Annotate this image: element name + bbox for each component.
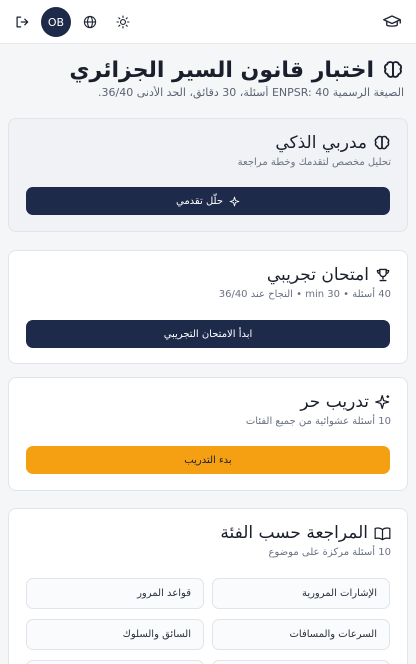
free-practice-card: تدريب حر 10 أسئلة عشوائية من جميع الفئات…: [8, 377, 408, 491]
mock-exam-title: امتحان تجريبي: [266, 265, 369, 285]
graduation-cap-icon[interactable]: [381, 11, 403, 33]
avatar[interactable]: OB: [41, 7, 71, 37]
category-item-partial[interactable]: [212, 660, 390, 664]
start-mock-exam-button[interactable]: ابدأ الامتحان التجريبي: [26, 320, 390, 348]
category-review-title: المراجعة حسب الفئة: [220, 523, 368, 543]
mock-exam-card: امتحان تجريبي 40 أسئلة • 30 min • النجاح…: [8, 250, 408, 364]
category-label: السرعات والمسافات: [289, 629, 377, 640]
ai-coach-title: مدربي الذكي: [275, 133, 367, 153]
page-subtitle: الصيغة الرسمية ENPSR: 40 أسئلة، 30 دقائق…: [98, 86, 404, 99]
category-speeds-distances[interactable]: السرعات والمسافات: [212, 619, 390, 650]
category-traffic-rules[interactable]: قواعد المرور: [26, 578, 204, 609]
start-practice-button[interactable]: بدء التدريب: [26, 446, 390, 474]
analyze-progress-label: حلّل تقدمي: [175, 195, 224, 207]
sparkles-icon: [229, 196, 240, 207]
brain-icon: [373, 134, 391, 152]
category-item-partial[interactable]: [26, 660, 204, 664]
category-label: الإشارات المرورية: [301, 588, 377, 599]
globe-icon[interactable]: [79, 11, 101, 33]
mock-exam-description: 40 أسئلة • 30 min • النجاح عند 36/40: [218, 289, 391, 300]
category-traffic-signs[interactable]: الإشارات المرورية: [212, 578, 390, 609]
book-open-icon: [374, 526, 391, 541]
top-bar: OB: [0, 0, 416, 44]
logout-icon[interactable]: [11, 11, 33, 33]
start-mock-exam-label: ابدأ الامتحان التجريبي: [163, 328, 253, 340]
free-practice-description: 10 أسئلة عشوائية من جميع الفئات: [245, 416, 391, 427]
sparkles-icon: [375, 394, 391, 410]
ai-coach-description: تحليل مخصص لتقدمك وخطة مراجعة: [237, 157, 391, 168]
category-review-description: 10 أسئلة مركزة على موضوع: [268, 547, 391, 558]
free-practice-title: تدريب حر: [300, 392, 369, 412]
page-header: اختبار قانون السير الجزائري: [12, 54, 404, 86]
page-title: اختبار قانون السير الجزائري: [69, 57, 374, 83]
category-label: قواعد المرور: [137, 588, 191, 599]
category-label: السائق والسلوك: [122, 629, 191, 640]
trophy-icon: [375, 267, 391, 283]
ai-coach-card: مدربي الذكي تحليل مخصص لتقدمك وخطة مراجع…: [8, 118, 408, 232]
analyze-progress-button[interactable]: حلّل تقدمي: [26, 187, 390, 215]
category-driver-behavior[interactable]: السائق والسلوك: [26, 619, 204, 650]
category-review-card: المراجعة حسب الفئة 10 أسئلة مركزة على مو…: [8, 508, 408, 664]
sun-icon[interactable]: [112, 11, 134, 33]
brain-icon: [382, 59, 404, 81]
start-practice-label: بدء التدريب: [184, 454, 232, 466]
